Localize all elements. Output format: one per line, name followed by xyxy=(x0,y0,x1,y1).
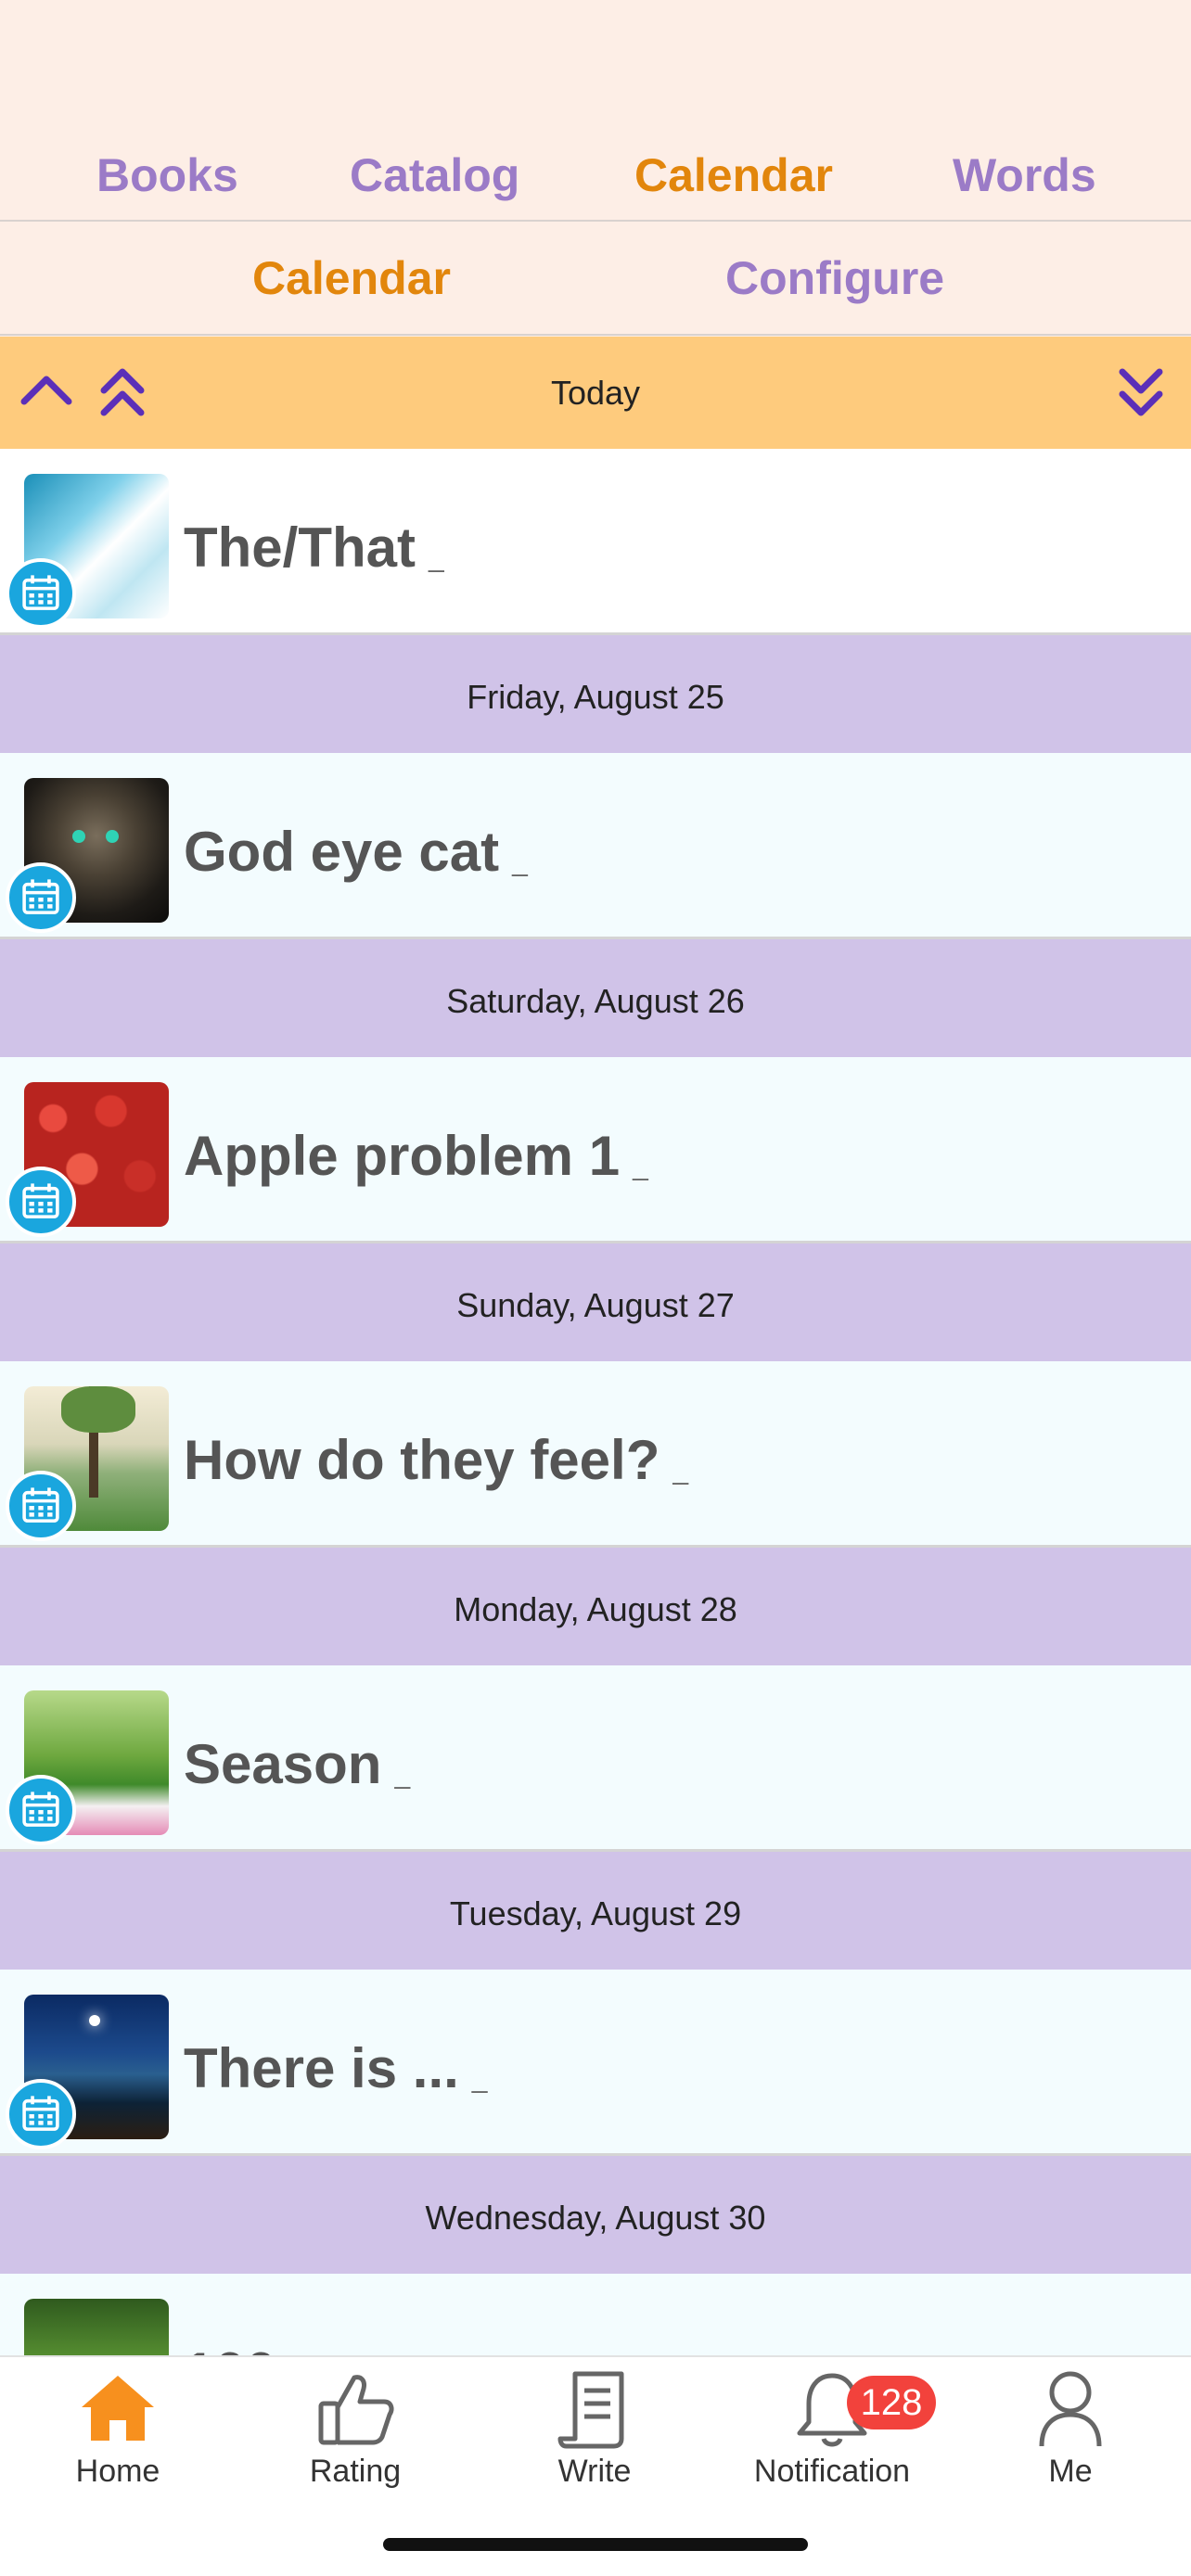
list-item[interactable]: 100 xyxy=(0,2274,1191,2355)
tab-calendar[interactable]: Calendar xyxy=(634,148,833,202)
entry-title: 100 xyxy=(184,2340,289,2355)
list-item[interactable]: God eye cat _ xyxy=(0,753,1191,939)
calendar-icon xyxy=(6,2079,76,2149)
today-label[interactable]: Today xyxy=(0,374,1191,413)
entry-title: How do they feel? _ xyxy=(184,1429,689,1491)
nav-rating[interactable]: Rating xyxy=(263,2366,448,2490)
date-header: Sunday, August 27 xyxy=(0,1243,1191,1361)
subtab-configure[interactable]: Configure xyxy=(725,251,944,305)
tab-catalog[interactable]: Catalog xyxy=(350,148,519,202)
entry-title: The/That _ xyxy=(184,516,444,579)
calendar-list[interactable]: The/That _ Friday, August 25 God eye cat _… xyxy=(0,449,1191,2355)
list-item[interactable]: How do they feel? _ xyxy=(0,1361,1191,1548)
sub-tab-bar: Calendar Configure xyxy=(0,223,1191,336)
nav-write[interactable]: Write xyxy=(502,2366,687,2490)
list-item[interactable]: Season _ xyxy=(0,1665,1191,1852)
entry-title: There is ... _ xyxy=(184,2037,488,2099)
tab-books[interactable]: Books xyxy=(96,148,238,202)
entry-title: Season _ xyxy=(184,1733,411,1795)
entry-title: Apple problem 1 _ xyxy=(184,1125,648,1187)
notification-count-badge: 128 xyxy=(847,2376,936,2429)
top-tab-bar: Books Catalog Calendar Words xyxy=(0,0,1191,222)
date-header: Tuesday, August 29 xyxy=(0,1852,1191,1970)
date-header: Wednesday, August 30 xyxy=(0,2156,1191,2274)
tab-words[interactable]: Words xyxy=(953,148,1096,202)
entry-title: God eye cat _ xyxy=(184,821,528,883)
thumbs-up-icon xyxy=(318,2375,394,2445)
nav-home[interactable]: Home xyxy=(25,2366,211,2490)
calendar-icon xyxy=(6,558,76,629)
calendar-icon xyxy=(6,1167,76,1237)
double-chevron-down-icon[interactable] xyxy=(1111,363,1171,422)
document-icon xyxy=(557,2371,624,2449)
list-item[interactable]: Apple problem 1 _ xyxy=(0,1057,1191,1243)
nav-notification[interactable]: 128 Notification xyxy=(739,2366,936,2490)
calendar-icon xyxy=(6,862,76,933)
person-icon xyxy=(1039,2371,1102,2447)
nav-me[interactable]: Me xyxy=(978,2366,1163,2490)
today-bar: Today xyxy=(0,337,1191,449)
thumbnail-image xyxy=(24,2299,169,2355)
calendar-icon xyxy=(6,1775,76,1845)
list-item[interactable]: The/That _ xyxy=(0,449,1191,635)
home-icon xyxy=(82,2376,154,2441)
calendar-icon xyxy=(6,1471,76,1541)
subtab-calendar[interactable]: Calendar xyxy=(252,251,451,305)
list-item[interactable]: There is ... _ xyxy=(0,1970,1191,2156)
home-indicator xyxy=(383,2538,808,2551)
date-header: Saturday, August 26 xyxy=(0,939,1191,1057)
date-header: Friday, August 25 xyxy=(0,635,1191,753)
date-header: Monday, August 28 xyxy=(0,1548,1191,1665)
